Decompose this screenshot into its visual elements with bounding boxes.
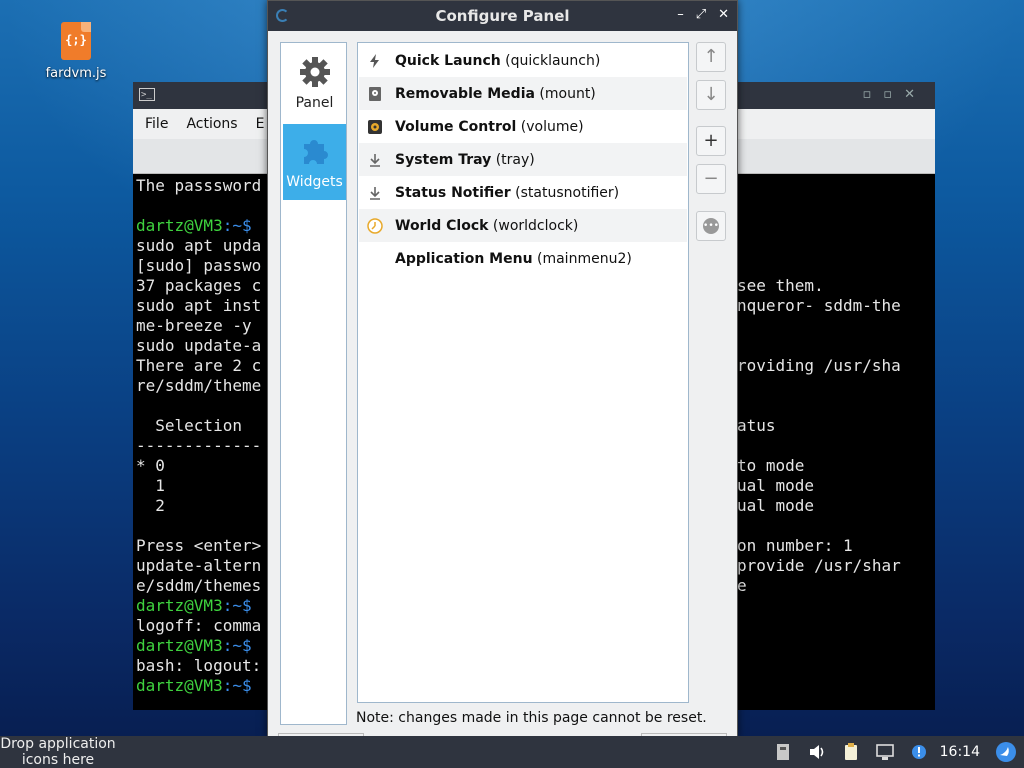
- widget-row[interactable]: System Tray (tray): [359, 143, 687, 176]
- sidebar-item-label: Panel: [295, 95, 334, 111]
- widget-name: World Clock: [395, 217, 489, 234]
- network-icon[interactable]: [875, 742, 895, 762]
- widget-name: Application Menu: [395, 250, 533, 267]
- settings-dots-icon: •••: [703, 218, 719, 234]
- widget-name: Status Notifier: [395, 184, 511, 201]
- dialog-titlebar[interactable]: Configure Panel – ⤢ ✕: [268, 1, 737, 31]
- widget-name: System Tray: [395, 151, 492, 168]
- menu-edit[interactable]: E: [256, 116, 265, 132]
- system-tray: 16:14: [766, 736, 1024, 768]
- tray-arrow-icon: [367, 152, 383, 168]
- widget-list[interactable]: Quick Launch (quicklaunch) Removable Medi…: [357, 42, 689, 703]
- widget-id: (tray): [495, 151, 535, 168]
- move-up-button[interactable]: ↑: [696, 42, 726, 72]
- clock-icon: [367, 217, 383, 234]
- terminal-line-right: atus: [737, 416, 776, 435]
- widget-name: Quick Launch: [395, 52, 501, 69]
- dialog-sidebar: Panel Widgets: [280, 42, 347, 725]
- terminal-line-right: to mode: [737, 456, 805, 475]
- desktop-file-label: fardvm.js: [45, 66, 107, 81]
- widget-row[interactable]: Status Notifier (statusnotifier): [359, 176, 687, 209]
- widget-label: Quick Launch (quicklaunch): [395, 53, 600, 69]
- widget-row[interactable]: Removable Media (mount): [359, 77, 687, 110]
- widget-id: (statusnotifier): [515, 184, 620, 201]
- notification-icon[interactable]: [909, 742, 929, 762]
- terminal-line-right: [737, 516, 901, 536]
- terminal-window-controls[interactable]: ▫▫✕: [862, 87, 927, 102]
- sidebar-item-widgets[interactable]: Widgets: [283, 124, 346, 200]
- widget-row[interactable]: Application Menu (mainmenu2): [359, 242, 687, 275]
- widget-row[interactable]: World Clock (worldclock): [359, 209, 687, 242]
- terminal-line-right: [737, 236, 901, 256]
- move-down-button[interactable]: ↓: [696, 80, 726, 110]
- widget-label: Removable Media (mount): [395, 86, 596, 102]
- terminal-line-right: ual mode: [737, 476, 815, 495]
- widget-id: (mount): [539, 85, 596, 102]
- terminal-line-right: e: [737, 576, 747, 595]
- terminal-output-right: see them. nqueror- sddm-the roviding /usr/…: [737, 176, 901, 596]
- widget-id: (volume): [520, 118, 584, 135]
- terminal-line-right: [737, 256, 901, 276]
- maximize-icon[interactable]: ⤢: [696, 7, 706, 22]
- taskbar: Drop application icons here 16:14: [0, 736, 1024, 768]
- gear-icon: [299, 57, 330, 87]
- lightning-icon: [367, 53, 383, 69]
- terminal-line-right: roviding /usr/sha: [737, 356, 901, 375]
- configure-widget-button[interactable]: •••: [696, 211, 726, 241]
- lubuntu-menu-icon[interactable]: [995, 741, 1017, 763]
- sidebar-item-panel[interactable]: Panel: [283, 45, 346, 121]
- widget-name: Removable Media: [395, 85, 535, 102]
- dialog-title: Configure Panel: [435, 7, 570, 25]
- terminal-line-right: [737, 396, 901, 416]
- menu-actions[interactable]: Actions: [186, 116, 237, 132]
- add-widget-button[interactable]: +: [696, 126, 726, 156]
- quicklaunch-drop-area[interactable]: Drop application icons here: [0, 736, 116, 768]
- terminal-line-right: see them.: [737, 276, 824, 295]
- minimize-icon[interactable]: –: [677, 7, 684, 22]
- js-file-icon: {;}: [61, 22, 91, 60]
- widget-label: System Tray (tray): [395, 152, 535, 168]
- close-icon[interactable]: ✕: [718, 7, 729, 22]
- terminal-line-right: [737, 196, 901, 216]
- terminal-icon: >_: [139, 88, 155, 101]
- remove-widget-button[interactable]: −: [696, 164, 726, 194]
- speaker-icon: [367, 119, 383, 135]
- widget-name: Volume Control: [395, 118, 517, 135]
- widget-label: Status Notifier (statusnotifier): [395, 185, 619, 201]
- volume-icon[interactable]: [807, 742, 827, 762]
- sidebar-item-label: Widgets: [286, 174, 343, 190]
- configure-panel-dialog: Configure Panel – ⤢ ✕ Panel Widgets Quic…: [267, 0, 738, 738]
- puzzle-icon: [303, 140, 328, 164]
- terminal-line-right: [737, 436, 901, 456]
- desktop-file-icon[interactable]: {;} fardvm.js: [40, 22, 112, 81]
- clipboard-icon[interactable]: [841, 742, 861, 762]
- terminal-line-right: provide /usr/shar: [737, 556, 901, 575]
- widget-id: (quicklaunch): [505, 52, 601, 69]
- taskbar-clock[interactable]: 16:14: [940, 744, 980, 760]
- terminal-line-right: [737, 336, 901, 356]
- drive-icon: [367, 86, 383, 102]
- widget-row[interactable]: Quick Launch (quicklaunch): [359, 44, 687, 77]
- widget-label: Volume Control (volume): [395, 119, 584, 135]
- widget-label: Application Menu (mainmenu2): [395, 251, 632, 267]
- widget-id: (mainmenu2): [537, 250, 632, 267]
- terminal-line-right: on number: 1: [737, 536, 853, 555]
- widget-label: World Clock (worldclock): [395, 218, 578, 234]
- terminal-line-right: nqueror- sddm-the: [737, 296, 901, 315]
- reset-note: Note: changes made in this page cannot b…: [356, 710, 707, 726]
- terminal-line-right: [737, 316, 901, 336]
- widget-id: (worldclock): [492, 217, 579, 234]
- terminal-line-right: [737, 176, 901, 196]
- widget-row[interactable]: Volume Control (volume): [359, 110, 687, 143]
- terminal-line-right: [737, 376, 901, 396]
- terminal-line-right: ual mode: [737, 496, 815, 515]
- blank-icon: [367, 251, 383, 267]
- terminal-line-right: [737, 216, 901, 236]
- menu-file[interactable]: File: [145, 116, 168, 132]
- tray-arrow-icon: [367, 185, 383, 201]
- removable-media-icon[interactable]: [773, 742, 793, 762]
